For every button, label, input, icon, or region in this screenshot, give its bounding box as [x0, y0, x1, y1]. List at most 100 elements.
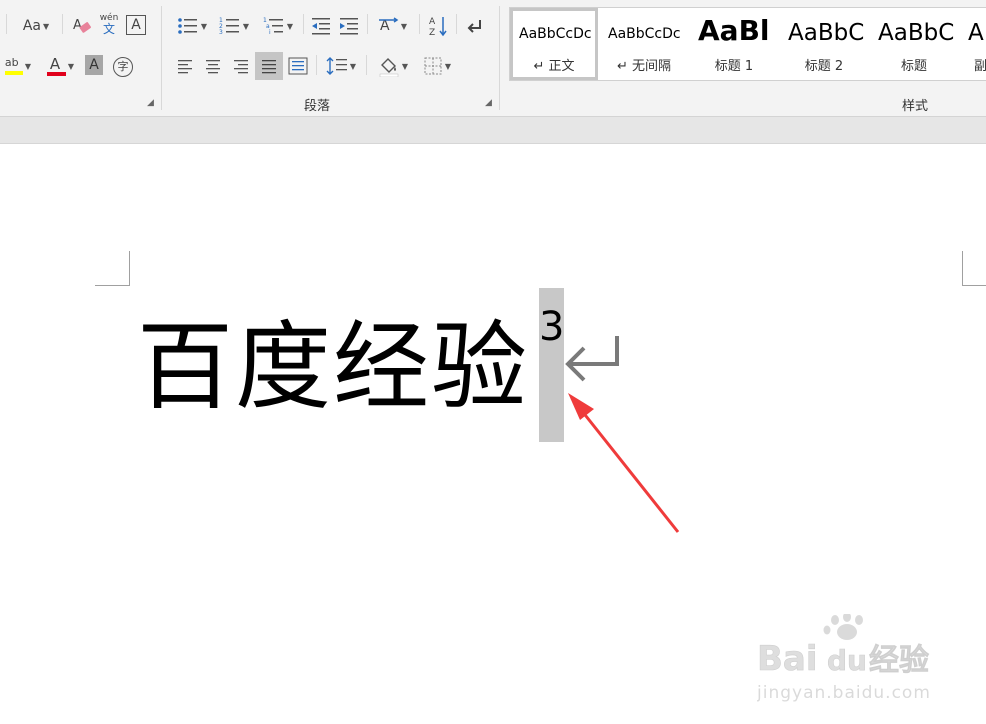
- chevron-down-icon: ▼: [24, 61, 32, 71]
- svg-text:A: A: [73, 18, 82, 33]
- style-sample: AaBbCcDc: [608, 26, 681, 42]
- document-page[interactable]: 百度经验 3 Bai du 经验 jingyan.baidu.com: [0, 144, 986, 724]
- chevron-down-icon: ▼: [400, 21, 408, 31]
- line-spacing-button[interactable]: ▼: [322, 54, 360, 78]
- shading-button[interactable]: ▼: [373, 54, 413, 78]
- chevron-down-icon: ▼: [43, 21, 50, 31]
- styles-group-label: 样式: [902, 99, 929, 114]
- change-case-button[interactable]: Aa ▼: [18, 14, 54, 38]
- multilevel-list-icon: 1 a i: [263, 17, 283, 35]
- align-right-button[interactable]: [229, 54, 253, 78]
- multilevel-list-button[interactable]: 1 a i ▼: [259, 14, 297, 38]
- chevron-down-icon: ▼: [67, 61, 75, 71]
- increase-indent-button[interactable]: [337, 14, 361, 38]
- font-dialog-launcher-icon[interactable]: ◢: [147, 99, 156, 108]
- svg-text:i: i: [269, 29, 271, 35]
- watermark-brand-du: du: [827, 644, 867, 677]
- chevron-down-icon: ▼: [200, 21, 208, 31]
- justify-button[interactable]: [255, 52, 283, 80]
- line-spacing-icon: [326, 57, 347, 75]
- svg-text:Z: Z: [429, 28, 435, 37]
- align-right-icon: [234, 60, 248, 74]
- paragraph-dialog-launcher-icon[interactable]: ◢: [485, 99, 494, 108]
- asian-layout-button[interactable]: A ▼: [373, 14, 411, 38]
- watermark-brand-cn: 经验: [869, 643, 929, 678]
- ruler-band: [0, 117, 986, 144]
- borders-button[interactable]: ▼: [418, 54, 456, 78]
- style-heading-2[interactable]: AaBbC 标题 2: [780, 8, 868, 80]
- bullet-list-icon: [178, 18, 197, 34]
- separator: [419, 14, 420, 34]
- distributed-icon: [288, 57, 308, 75]
- separator: [367, 14, 368, 34]
- separator: [456, 14, 457, 34]
- font-color-bar: [46, 72, 66, 76]
- phonetic-bottom: 文: [102, 22, 115, 36]
- separator: [316, 55, 317, 75]
- chevron-down-icon: ▼: [349, 61, 357, 71]
- distributed-button[interactable]: [286, 54, 310, 78]
- baidu-watermark-logo: Bai du 经验 jingyan.baidu.com: [757, 614, 931, 703]
- style-name: ↵ 无间隔: [616, 59, 672, 74]
- clear-formatting-button[interactable]: A: [70, 14, 94, 38]
- character-shading-button[interactable]: A: [85, 55, 103, 75]
- font-color-icon: A: [46, 55, 66, 77]
- bullets-button[interactable]: ▼: [173, 14, 211, 38]
- change-case-label: Aa: [22, 18, 41, 34]
- chevron-down-icon: ▼: [401, 61, 409, 71]
- justify-icon: [262, 60, 276, 74]
- ribbon: Aa ▼ A wén 文 A ab ▼ A ▼ A 字 ◢ ▼ 1 2 3 ▼ …: [0, 0, 986, 117]
- style-title[interactable]: AaBbC 标题: [870, 8, 958, 80]
- separator: [6, 14, 7, 34]
- character-shading-label: A: [89, 57, 99, 73]
- decrease-indent-icon: [312, 18, 330, 35]
- separator: [366, 55, 367, 75]
- paragraph-group-label: 段落: [304, 99, 331, 114]
- font-color-button[interactable]: A ▼: [40, 54, 80, 78]
- highlight-color-bar: [4, 71, 23, 75]
- svg-text:A: A: [429, 17, 436, 27]
- style-name: ↵ 正文: [533, 59, 575, 74]
- highlight-button[interactable]: ab ▼: [0, 54, 36, 78]
- show-hide-marks-button[interactable]: [462, 14, 486, 38]
- watermark-url: jingyan.baidu.com: [757, 683, 931, 703]
- style-sample: A: [968, 20, 984, 46]
- borders-icon: [424, 57, 442, 75]
- sort-az-icon: A Z: [429, 17, 447, 37]
- style-no-spacing[interactable]: AaBbCcDc ↵ 无间隔: [600, 8, 688, 80]
- asian-layout-icon: A: [378, 17, 399, 34]
- eraser-icon: A: [73, 18, 91, 33]
- align-left-button[interactable]: [173, 54, 197, 78]
- style-normal[interactable]: AaBbCcDc ↵ 正文: [510, 8, 598, 80]
- align-center-icon: [206, 60, 220, 74]
- align-center-button[interactable]: [201, 54, 225, 78]
- decrease-indent-button[interactable]: [309, 14, 333, 38]
- increase-indent-icon: [340, 18, 358, 35]
- chevron-down-icon: ▼: [286, 21, 294, 31]
- style-name: 标题 1: [714, 59, 754, 74]
- chevron-down-icon: ▼: [444, 61, 452, 71]
- style-sample: AaBl: [698, 14, 770, 47]
- paragraph-mark-icon: [467, 20, 481, 33]
- numbering-button[interactable]: 1 2 3 ▼: [215, 14, 253, 38]
- watermark-brand: Bai: [757, 639, 818, 679]
- phonetic-guide-button[interactable]: wén 文: [98, 13, 120, 37]
- paint-bucket-icon: [379, 58, 399, 77]
- style-subtitle[interactable]: A 副: [960, 8, 986, 80]
- style-sample: AaBbCcDc: [519, 26, 592, 42]
- style-sample: AaBbC: [788, 20, 865, 46]
- character-border-label: A: [131, 17, 141, 33]
- separator: [499, 6, 500, 110]
- style-name: 副: [974, 59, 986, 74]
- highlight-label: ab: [4, 56, 19, 69]
- separator: [303, 14, 304, 34]
- style-sample: AaBbC: [878, 20, 955, 46]
- align-left-icon: [178, 60, 192, 74]
- numbered-list-icon: 1 2 3: [219, 17, 239, 35]
- svg-text:3: 3: [219, 29, 223, 35]
- character-border-button[interactable]: A: [126, 15, 146, 35]
- enclose-characters-button[interactable]: 字: [112, 55, 134, 79]
- separator: [161, 6, 162, 110]
- style-heading-1[interactable]: AaBl 标题 1: [690, 8, 778, 80]
- sort-button[interactable]: A Z: [426, 14, 450, 38]
